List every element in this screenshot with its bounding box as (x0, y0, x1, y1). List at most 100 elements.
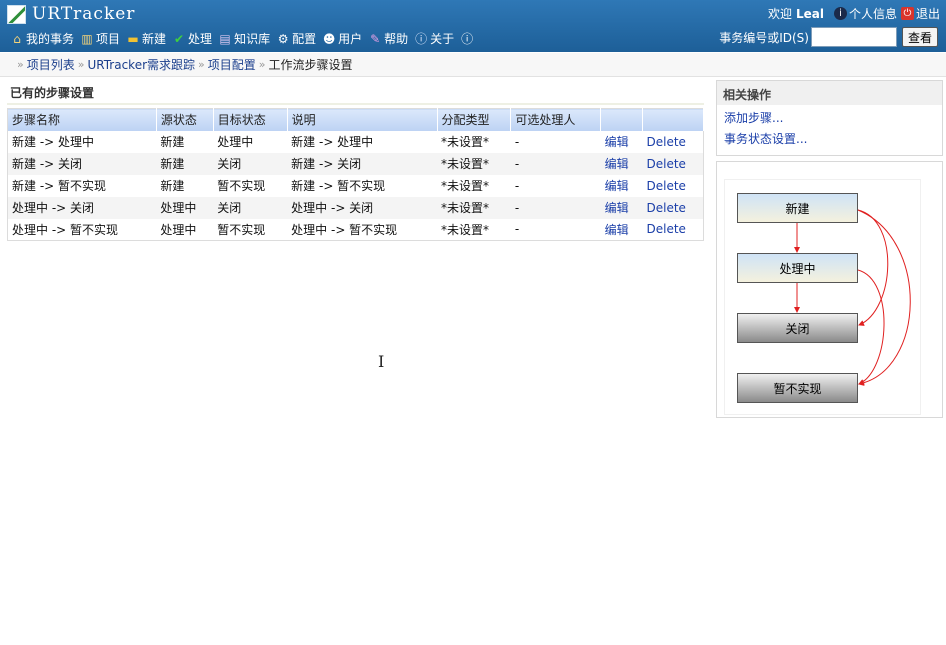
nav-item-info-circle[interactable]: ⓘ (460, 32, 476, 46)
column-header: 源状态 (156, 108, 214, 131)
cell-handlers: - (510, 196, 601, 219)
nav-label: 帮助 (384, 32, 409, 46)
nav-item-folders[interactable]: ▥ 项目 (80, 30, 120, 47)
nav-item-help-book[interactable]: ✎ 帮助 (368, 30, 408, 47)
nav-label: 关于 (430, 32, 455, 46)
nav-item-tools[interactable]: ⚙ 配置 (276, 30, 316, 47)
cell-name: 新建 -> 关闭 (7, 152, 157, 175)
cell-assign: *未设置* (441, 222, 490, 237)
users-icon: ☻ (322, 31, 336, 46)
flow-node-new: 新建 (737, 193, 858, 223)
edit-link[interactable]: 编辑 (605, 223, 629, 237)
profile-link[interactable]: i 个人信息 (833, 5, 897, 22)
search-label: 事务编号或ID(S) (719, 30, 809, 45)
nav-item-new-item[interactable]: ▬ 新建 (126, 30, 166, 47)
cell-name: 新建 -> 暂不实现 (12, 179, 107, 193)
breadcrumb-separator: » (198, 58, 205, 71)
info-icon: ⓘ (415, 31, 428, 46)
home-icon: ⌂ (13, 31, 21, 46)
cell-edit: 编辑 (601, 131, 643, 153)
column-header: 分配类型 (437, 108, 512, 131)
app-logo[interactable]: URTracker (7, 4, 135, 24)
nav-item-info[interactable]: ⓘ 关于 (414, 30, 454, 47)
welcome-label: 欢迎 (767, 7, 792, 21)
cell-assign: *未设置* (441, 179, 490, 193)
logout-link[interactable]: ⏻ 退出 (900, 5, 940, 22)
cell-assign: *未设置* (437, 196, 511, 219)
info-circle-icon: ⓘ (461, 31, 474, 46)
edit-link[interactable]: 编辑 (605, 201, 629, 215)
cell-delete: Delete (643, 219, 704, 241)
cell-edit: 编辑 (601, 219, 643, 241)
cell-to: 关闭 (213, 152, 288, 175)
checkmark-icon: ✔ (174, 31, 185, 46)
delete-link[interactable]: Delete (647, 201, 686, 215)
table-row: 新建 -> 处理中 新建 处理中 新建 -> 处理中 *未设置* - 编辑 Delete (8, 131, 704, 153)
nav-label: 项目 (96, 32, 121, 46)
cell-to: 暂不实现 (217, 179, 266, 193)
user-area: 欢迎 Leal i 个人信息 ⏻ 退出 (768, 5, 940, 22)
title-divider (7, 103, 704, 105)
delete-link[interactable]: Delete (647, 179, 686, 193)
cell-from: 新建 (160, 179, 185, 193)
cell-desc: 新建 -> 关闭 (287, 152, 437, 175)
help-book-icon: ✎ (370, 31, 381, 46)
table-row: 新建 -> 暂不实现 新建 暂不实现 新建 -> 暂不实现 *未设置* - 编辑 Delete (8, 175, 704, 197)
text-cursor-icon: I (378, 352, 385, 371)
nav-item-book[interactable]: ▤ 知识库 (218, 30, 270, 47)
nav-label: 知识库 (234, 32, 271, 46)
column-header (600, 108, 644, 131)
cell-edit: 编辑 (601, 175, 643, 197)
cell-from: 处理中 (160, 222, 197, 237)
cell-handlers: - (514, 134, 520, 149)
breadcrumb-link[interactable]: URTracker需求跟踪 (87, 56, 195, 73)
arrow-processing-to-postponed (857, 269, 885, 385)
cell-name: 新建 -> 处理中 (12, 135, 95, 149)
cell-desc: 处理中 -> 关闭 (287, 196, 437, 219)
related-actions-panel: 相关操作 添加步骤... 事务状态设置... (716, 80, 943, 156)
breadcrumb-link[interactable]: 项目列表 (27, 56, 75, 73)
nav-item-checkmark[interactable]: ✔ 处理 (172, 30, 212, 47)
cell-from: 新建 (156, 152, 214, 175)
delete-link[interactable]: Delete (647, 135, 686, 149)
workflow-diagram-panel: 新建 处理中 关闭 暂不实现 (716, 161, 943, 418)
edit-link[interactable]: 编辑 (605, 135, 629, 149)
edit-link[interactable]: 编辑 (605, 179, 629, 193)
table-row: 处理中 -> 关闭 处理中 关闭 处理中 -> 关闭 *未设置* - 编辑 Delete (7, 196, 704, 219)
cell-to: 处理中 (217, 135, 254, 149)
cell-edit: 编辑 (600, 152, 643, 175)
breadcrumb-current: 工作流步骤设置 (268, 58, 353, 72)
cell-delete: Delete (643, 175, 704, 197)
cell-desc: 处理中 -> 暂不实现 (291, 222, 398, 237)
state-settings-link[interactable]: 事务状态设置... (724, 130, 942, 147)
cell-handlers: - (510, 152, 601, 175)
cell-assign: *未设置* (441, 135, 490, 149)
profile-icon: i (833, 7, 847, 20)
search-area: 事务编号或ID(S) 查看 (719, 27, 938, 47)
delete-link[interactable]: Delete (647, 157, 686, 171)
cell-delete: Delete (642, 152, 704, 175)
cell-handlers: - (514, 178, 520, 193)
breadcrumb-link[interactable]: 项目配置 (208, 56, 256, 73)
search-button[interactable]: 查看 (901, 27, 938, 47)
edit-link[interactable]: 编辑 (605, 157, 629, 171)
nav-label: 配置 (292, 32, 317, 46)
book-icon: ▤ (219, 31, 231, 46)
add-step-link[interactable]: 添加步骤... (724, 109, 942, 126)
nav-item-home[interactable]: ⌂ 我的事务 (10, 30, 74, 47)
cell-to: 关闭 (213, 196, 288, 219)
main-nav: ⌂ 我的事务 ▥ 项目 ▬ 新建 ✔ 处理 ▤ 知识库 ⚙ 配置 ☻ 用户 ✎ 帮助 ⓘ 关于 ⓘ (10, 30, 482, 47)
table-row: 处理中 -> 暂不实现 处理中 暂不实现 处理中 -> 暂不实现 *未设置* - 编辑 Del… (8, 219, 704, 241)
nav-item-users[interactable]: ☻ 用户 (322, 30, 362, 47)
column-header: 步骤名称 (7, 108, 157, 131)
steps-table: 步骤名称 源状态 目标状态 说明 分配类型 可选处理人 新建 -> 处理中 新建 处理中 新建 … (7, 108, 704, 241)
delete-link[interactable]: Delete (647, 222, 686, 236)
nav-label: 新建 (142, 32, 167, 46)
arrow-new-to-postponed (857, 209, 911, 386)
breadcrumb-separator: » (77, 58, 85, 71)
welcome-text: 欢迎 Leal (768, 5, 824, 22)
cell-handlers: - (514, 222, 520, 237)
column-header: 可选处理人 (510, 108, 602, 131)
flow-node-processing: 处理中 (737, 253, 858, 283)
search-input[interactable] (810, 27, 897, 47)
